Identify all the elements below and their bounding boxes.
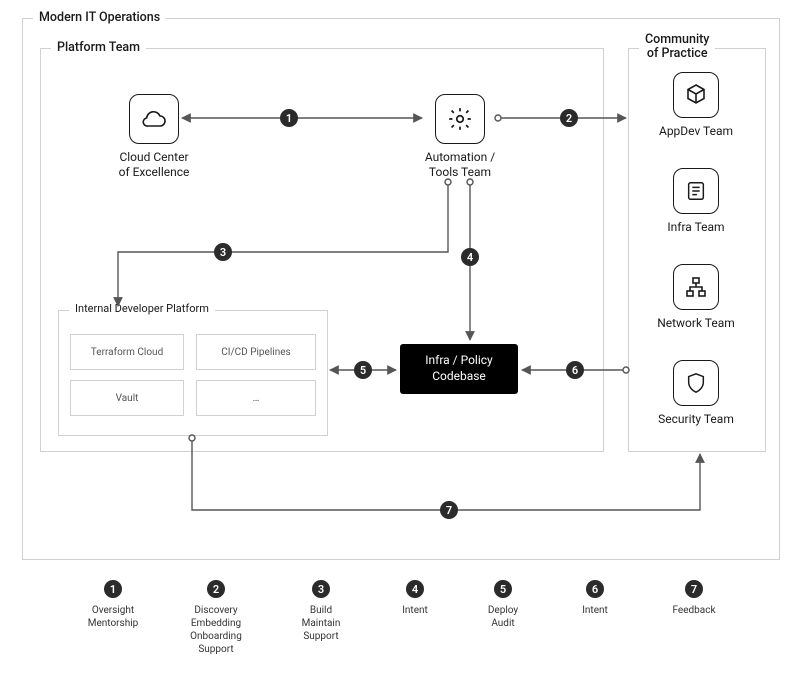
node-appdev: AppDev Team [654, 72, 738, 139]
edge-bubble-5: 5 [354, 361, 372, 379]
idp-card-cicd: CI/CD Pipelines [196, 334, 316, 370]
legend-4: 4 Intent [380, 580, 450, 617]
legend-5: 5 Deploy Audit [468, 580, 538, 630]
edge-bubble-6: 6 [566, 361, 584, 379]
edge-bubble-1: 1 [280, 109, 298, 127]
idp-card-terraform: Terraform Cloud [70, 334, 184, 370]
codebase-node: Infra / Policy Codebase [400, 344, 518, 394]
idp-card-more: … [196, 380, 316, 416]
node-cloud-center: Cloud Center of Excellence [94, 94, 214, 180]
legend-1: 1 Oversight Mentorship [70, 580, 156, 630]
node-infra: Infra Team [654, 168, 738, 235]
cloud-center-label: Cloud Center of Excellence [119, 150, 190, 180]
node-network: Network Team [650, 264, 742, 331]
community-label: Community of Practice [639, 33, 715, 62]
automation-label: Automation / Tools Team [425, 150, 495, 180]
outer-panel-label: Modern IT Operations [33, 10, 166, 25]
edge-bubble-3: 3 [214, 243, 232, 261]
diagram-canvas: Modern IT Operations Platform Team Inter… [0, 0, 800, 692]
cube-icon [673, 72, 719, 118]
edge-bubble-2: 2 [560, 109, 578, 127]
shield-icon [673, 360, 719, 406]
legend-2: 2 Discovery Embedding Onboarding Support [168, 580, 264, 656]
node-automation: Automation / Tools Team [400, 94, 520, 180]
edge-bubble-7: 7 [440, 501, 458, 519]
list-icon [673, 168, 719, 214]
cloud-icon [129, 94, 179, 144]
platform-team-label: Platform Team [51, 40, 146, 55]
node-security: Security Team [650, 360, 742, 427]
edge-bubble-4: 4 [461, 248, 479, 266]
legend-6: 6 Intent [560, 580, 630, 617]
network-icon [673, 264, 719, 310]
idp-label: Internal Developer Platform [69, 302, 215, 315]
idp-panel: Internal Developer Platform [58, 310, 328, 436]
idp-card-vault: Vault [70, 380, 184, 416]
legend-7: 7 Feedback [654, 580, 734, 617]
gear-icon [435, 94, 485, 144]
legend-3: 3 Build Maintain Support [278, 580, 364, 643]
